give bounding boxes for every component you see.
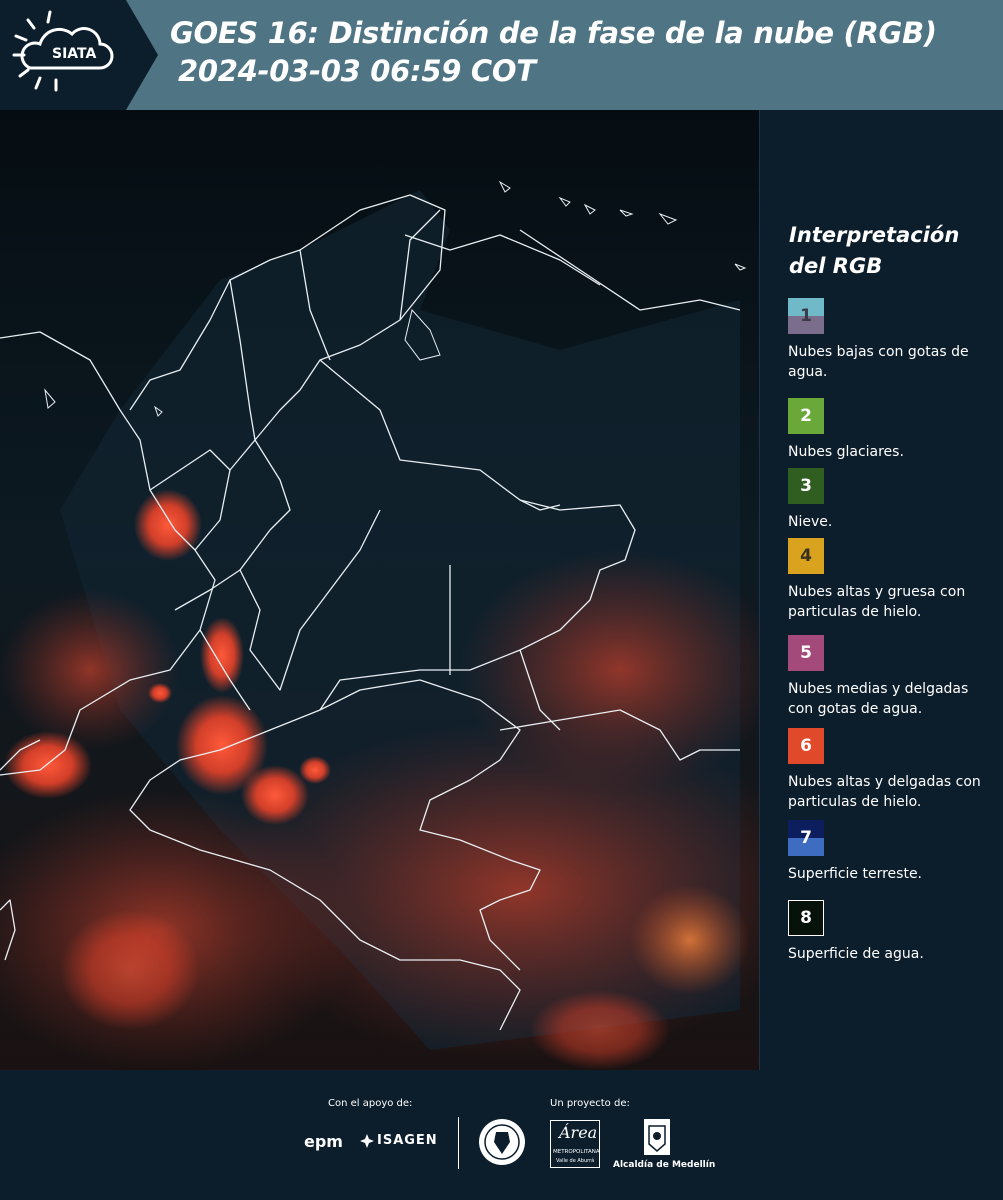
legend-swatch-6: 6 — [788, 728, 824, 764]
legend-item-1: 1 Nubes bajas con gotas de agua. — [788, 298, 993, 382]
legend-title-line1: Interpretación — [789, 223, 960, 247]
legend-item-5: 5 Nubes medias y delgadas con gotas de ag… — [788, 635, 993, 719]
legend-item-3: 3 Nieve. — [788, 468, 993, 532]
legend-number: 3 — [800, 476, 812, 496]
legend-label: Superficie terreste. — [788, 866, 923, 882]
epm-logo[interactable]: epm — [304, 1132, 343, 1151]
satellite-map[interactable] — [0, 110, 760, 1070]
legend-label: Superficie de agua. — [788, 946, 924, 962]
isagen-mark-icon — [360, 1134, 374, 1148]
siata-logo-text: SIATA — [52, 46, 97, 62]
medellin-shield-icon — [644, 1119, 670, 1155]
legend-item-6: 6 Nubes altas y delgadas con particulas d… — [788, 728, 993, 812]
area-logo-subtitle2: Valle de Aburrá — [556, 1158, 595, 1164]
legend-title: Interpretación del RGB — [789, 220, 989, 282]
legend-number: 4 — [800, 546, 812, 566]
legend-label: Nubes glaciares. — [788, 444, 904, 460]
isagen-logo[interactable]: ISAGEN — [377, 1133, 438, 1148]
legend-number: 2 — [800, 406, 812, 426]
project-label: Un proyecto de: — [550, 1098, 630, 1109]
legend-item-8: 8 Superficie de agua. — [788, 900, 993, 964]
alcaldia-logo[interactable]: Alcaldía de Medellín — [613, 1160, 715, 1170]
legend-label: Nubes altas y gruesa con particulas de h… — [788, 584, 966, 620]
legend-swatch-5: 5 — [788, 635, 824, 671]
legend-item-4: 4 Nubes altas y gruesa con particulas de … — [788, 538, 993, 622]
footer-divider — [458, 1117, 459, 1169]
support-label: Con el apoyo de: — [328, 1098, 413, 1109]
legend-swatch-7: 7 — [788, 820, 824, 856]
legend-number: 8 — [800, 908, 812, 928]
legend-number: 1 — [800, 306, 812, 326]
legend-item-2: 2 Nubes glaciares. — [788, 398, 993, 462]
page-title: GOES 16: Distinción de la fase de la nub… — [170, 16, 937, 50]
header-bar: SIATA GOES 16: Distinción de la fase de … — [0, 0, 1003, 110]
legend-swatch-3: 3 — [788, 468, 824, 504]
siata-logo[interactable]: SIATA — [0, 0, 158, 110]
legend-swatch-1: 1 — [788, 298, 824, 334]
legend-label: Nubes altas y delgadas con particulas de… — [788, 774, 981, 810]
area-logo-subtitle: METROPOLITANA — [553, 1149, 600, 1155]
legend-swatch-8: 8 — [788, 900, 824, 936]
legend-number: 7 — [800, 828, 812, 848]
area-logo-text: Área — [559, 1123, 598, 1142]
legend-swatch-4: 4 — [788, 538, 824, 574]
university-seal-icon[interactable] — [478, 1118, 526, 1166]
satellite-rgb-image — [0, 110, 759, 1070]
legend-item-7: 7 Superficie terreste. — [788, 820, 993, 884]
page-timestamp: 2024-03-03 06:59 COT — [178, 54, 536, 88]
legend-panel: Interpretación del RGB 1 Nubes bajas con … — [760, 110, 1003, 1070]
legend-label: Nieve. — [788, 514, 833, 530]
legend-swatch-2: 2 — [788, 398, 824, 434]
legend-number: 5 — [800, 643, 812, 663]
area-metropolitana-logo[interactable]: Área METROPOLITANA Valle de Aburrá — [550, 1120, 600, 1168]
legend-number: 6 — [800, 736, 812, 756]
footer: Con el apoyo de: Un proyecto de: epm ISA… — [0, 1070, 1003, 1200]
legend-title-line2: del RGB — [789, 254, 883, 278]
legend-label: Nubes bajas con gotas de agua. — [788, 344, 969, 380]
legend-label: Nubes medias y delgadas con gotas de agu… — [788, 681, 969, 717]
